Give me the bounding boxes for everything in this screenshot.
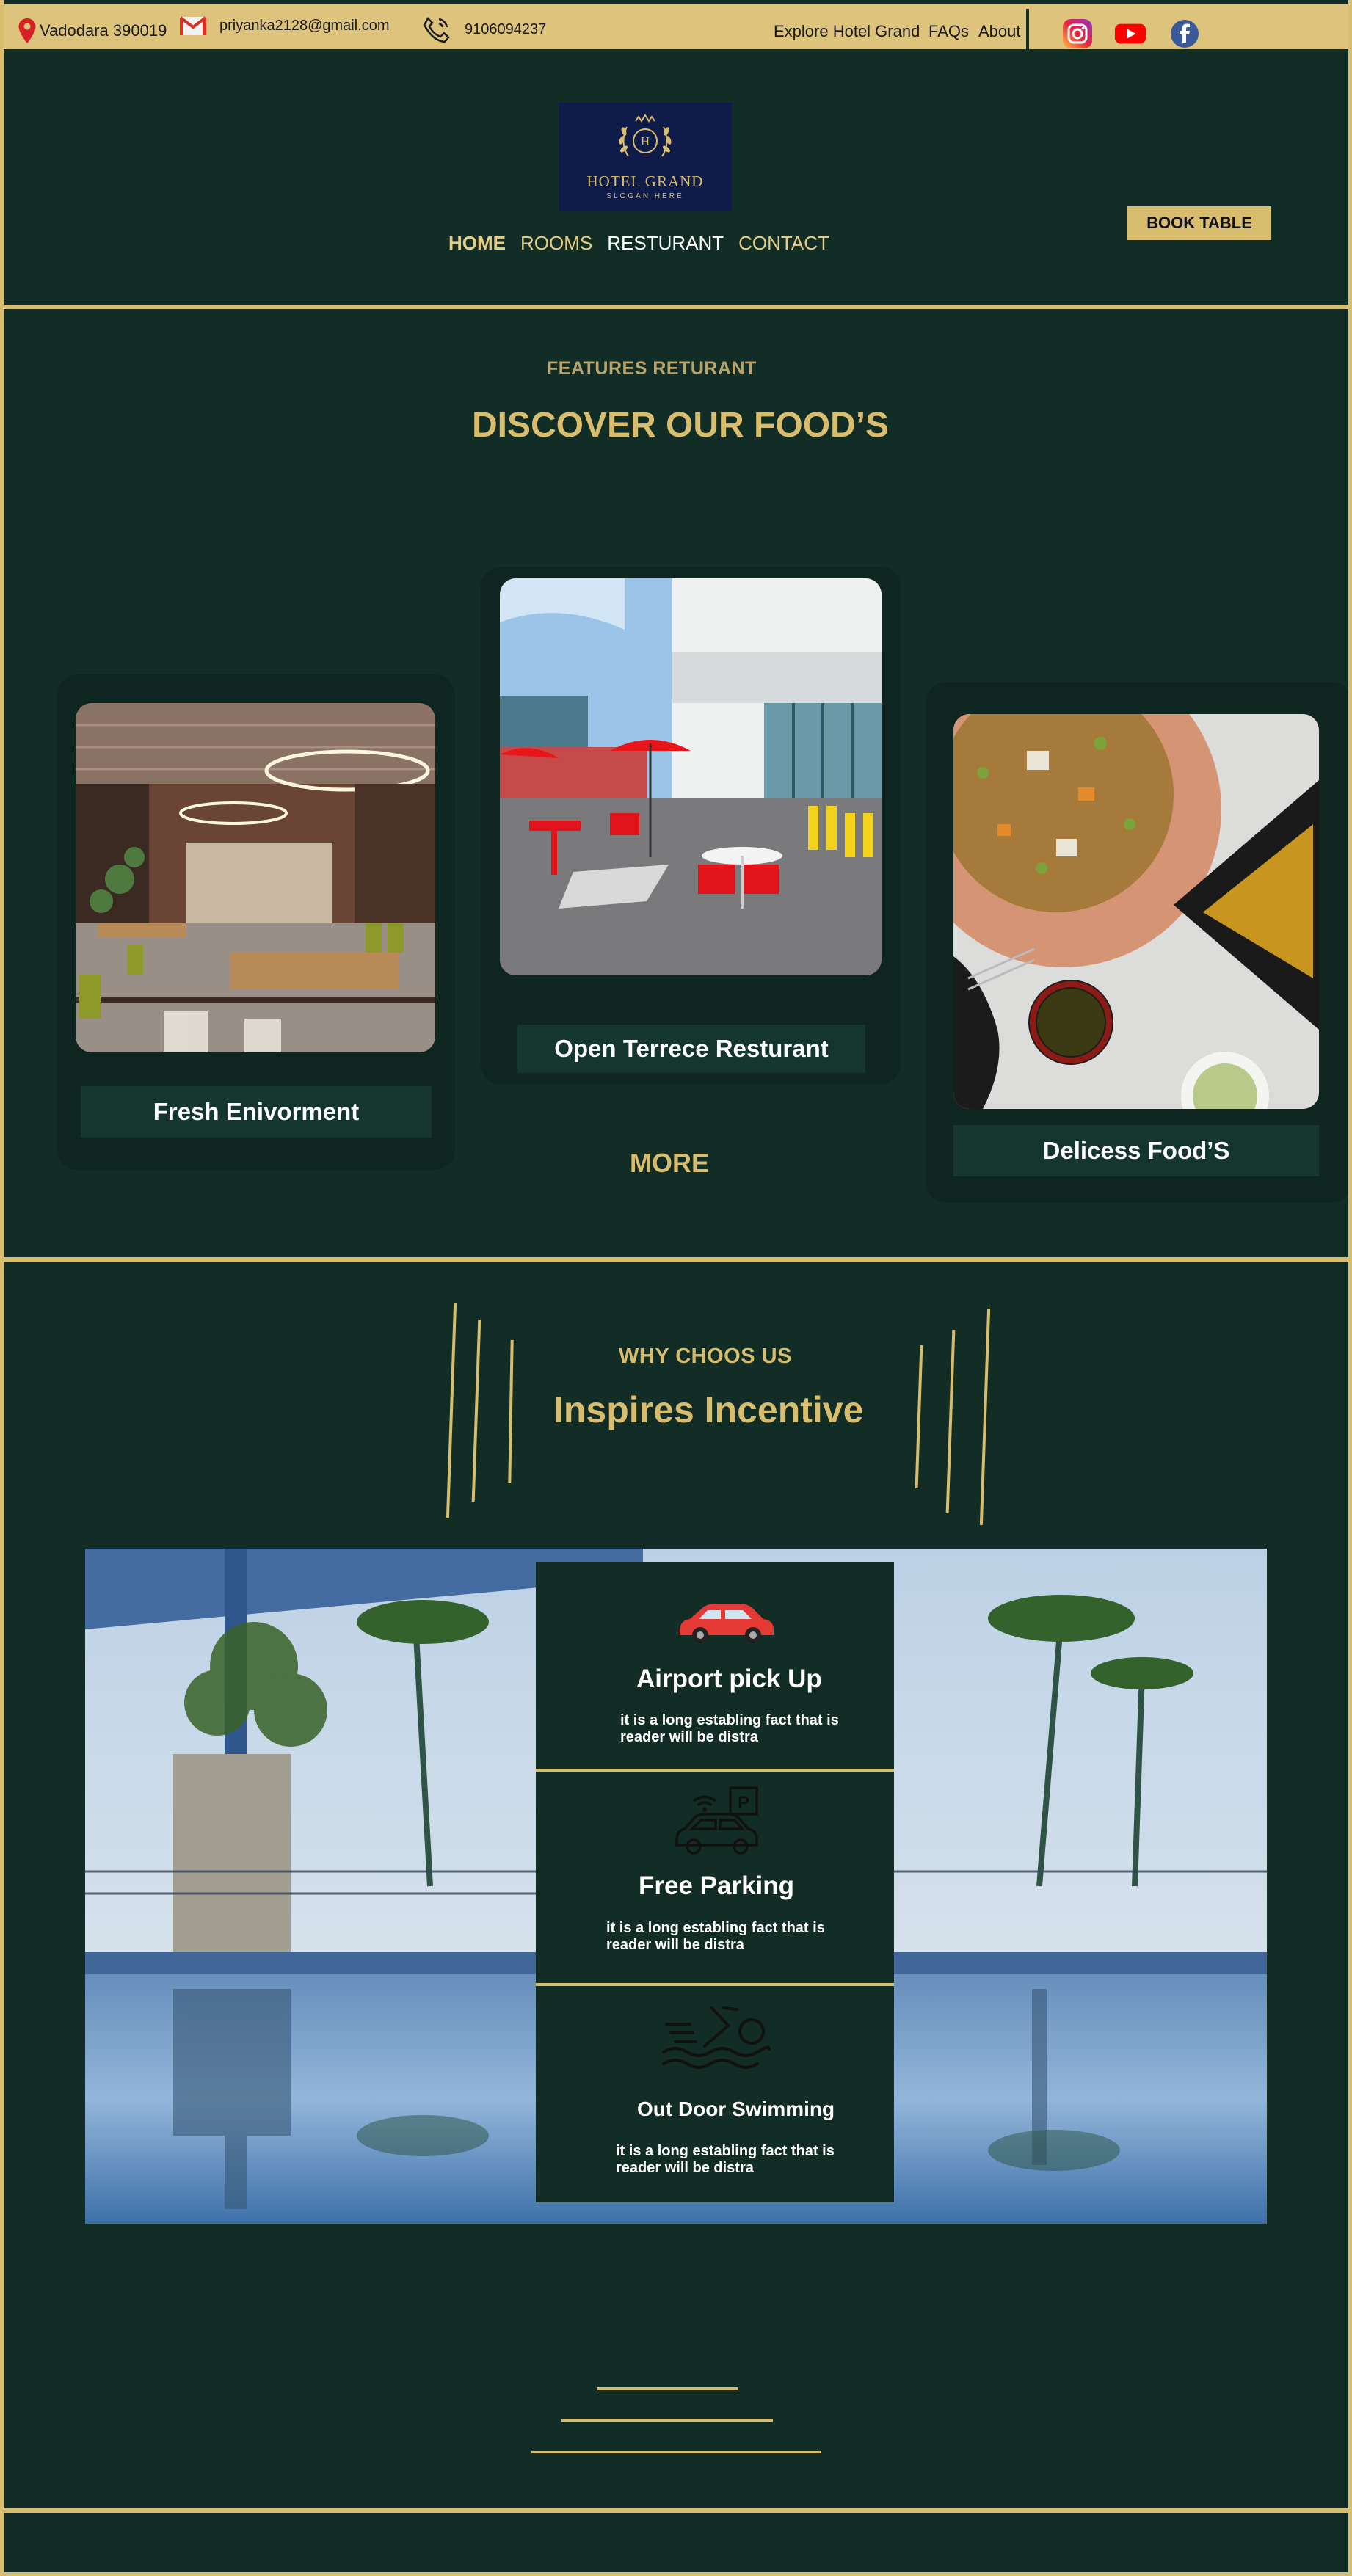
feature-free-parking: P Free Parking it is a long establing fa…: [536, 1772, 894, 1982]
book-table-button[interactable]: BOOK TABLE: [1127, 206, 1271, 240]
logo-slogan: SLOGAN HERE: [606, 192, 684, 200]
food-card-label: Fresh Enivorment: [81, 1086, 432, 1138]
feature-description: it is a long establing fact that is read…: [606, 1920, 825, 1953]
nav-home[interactable]: HOME: [448, 232, 506, 255]
feature-description: it is a long establing fact that is read…: [620, 1712, 839, 1745]
phone-item[interactable]: 9106094237: [421, 15, 546, 44]
parking-icon: P: [675, 1786, 758, 1855]
decor-line: [471, 1320, 481, 1502]
location-pin-icon: [18, 18, 36, 43]
swimming-icon: [662, 2006, 771, 2069]
location-item: Vadodara 390019: [18, 18, 167, 44]
terrace-image: [500, 578, 882, 975]
explore-link[interactable]: Explore Hotel Grand: [774, 22, 920, 41]
nav-rooms[interactable]: ROOMS: [520, 232, 592, 255]
facebook-icon[interactable]: [1169, 18, 1201, 50]
decor-line: [446, 1303, 457, 1518]
section-divider: [0, 305, 1352, 309]
food-title: DISCOVER OUR FOOD’S: [472, 406, 890, 445]
topbar-divider: [1026, 9, 1029, 51]
decor-line: [531, 2451, 821, 2453]
gmail-icon: [179, 16, 207, 35]
restaurant-interior-image: [76, 703, 435, 1052]
svg-text:P: P: [738, 1793, 749, 1813]
hotel-logo[interactable]: H HOTEL GRAND SLOGAN HERE: [559, 103, 732, 211]
section-divider: [0, 1257, 1352, 1262]
logo-brand: HOTEL GRAND: [586, 172, 704, 190]
feature-title: Out Door Swimming: [637, 2097, 835, 2120]
why-title: Inspires Incentive: [553, 1389, 864, 1430]
section-divider: [0, 2508, 1352, 2513]
email-item[interactable]: priyanka2128@gmail.com: [179, 15, 390, 37]
instagram-icon[interactable]: [1061, 18, 1094, 50]
nav-resturant[interactable]: RESTURANT: [607, 232, 724, 255]
faqs-link[interactable]: FAQs: [928, 22, 969, 41]
logo-monogram: H: [641, 134, 650, 148]
decor-line: [508, 1339, 514, 1484]
car-icon: [680, 1604, 774, 1643]
food-card-label: Delicess Food’S: [953, 1125, 1319, 1176]
food-card-terrace[interactable]: Open Terrece Resturant: [481, 567, 901, 1085]
food-card-environment[interactable]: Fresh Enivorment: [57, 674, 455, 1170]
decor-line: [561, 2419, 773, 2422]
decor-line: [945, 1330, 956, 1513]
more-link[interactable]: MORE: [630, 1148, 709, 1179]
top-bar: Vadodara 390019 priyanka2128@gmail.com 9…: [0, 0, 1352, 51]
decor-line: [979, 1309, 991, 1525]
feature-title: Free Parking: [639, 1871, 795, 1900]
about-link[interactable]: About: [978, 22, 1021, 41]
feature-outdoor-swimming: Out Door Swimming it is a long establing…: [536, 1986, 894, 2202]
food-card-label: Open Terrece Resturant: [517, 1025, 865, 1073]
youtube-icon[interactable]: [1114, 18, 1146, 50]
features-panel: Airport pick Up it is a long establing f…: [536, 1562, 894, 2202]
nav-contact[interactable]: CONTACT: [738, 232, 829, 255]
food-card-delicious[interactable]: Delicess Food’S: [926, 682, 1352, 1203]
location-text: Vadodara 390019: [40, 21, 167, 40]
phone-icon: [423, 16, 450, 43]
food-dishes-image: [953, 714, 1319, 1109]
laurel-crest-icon: H: [619, 114, 672, 157]
decor-line: [915, 1345, 923, 1489]
decor-line: [597, 2387, 738, 2390]
why-eyebrow: WHY CHOOS US: [619, 1345, 792, 1368]
food-eyebrow: FEATURES RETURANT: [547, 358, 757, 379]
main-nav: HOME ROOMS RESTURANT CONTACT: [448, 232, 829, 255]
feature-description: it is a long establing fact that is read…: [616, 2143, 835, 2176]
phone-text: 9106094237: [465, 21, 547, 37]
feature-title: Airport pick Up: [636, 1664, 822, 1693]
feature-airport-pickup: Airport pick Up it is a long establing f…: [536, 1562, 894, 1769]
email-text: priyanka2128@gmail.com: [219, 17, 390, 34]
